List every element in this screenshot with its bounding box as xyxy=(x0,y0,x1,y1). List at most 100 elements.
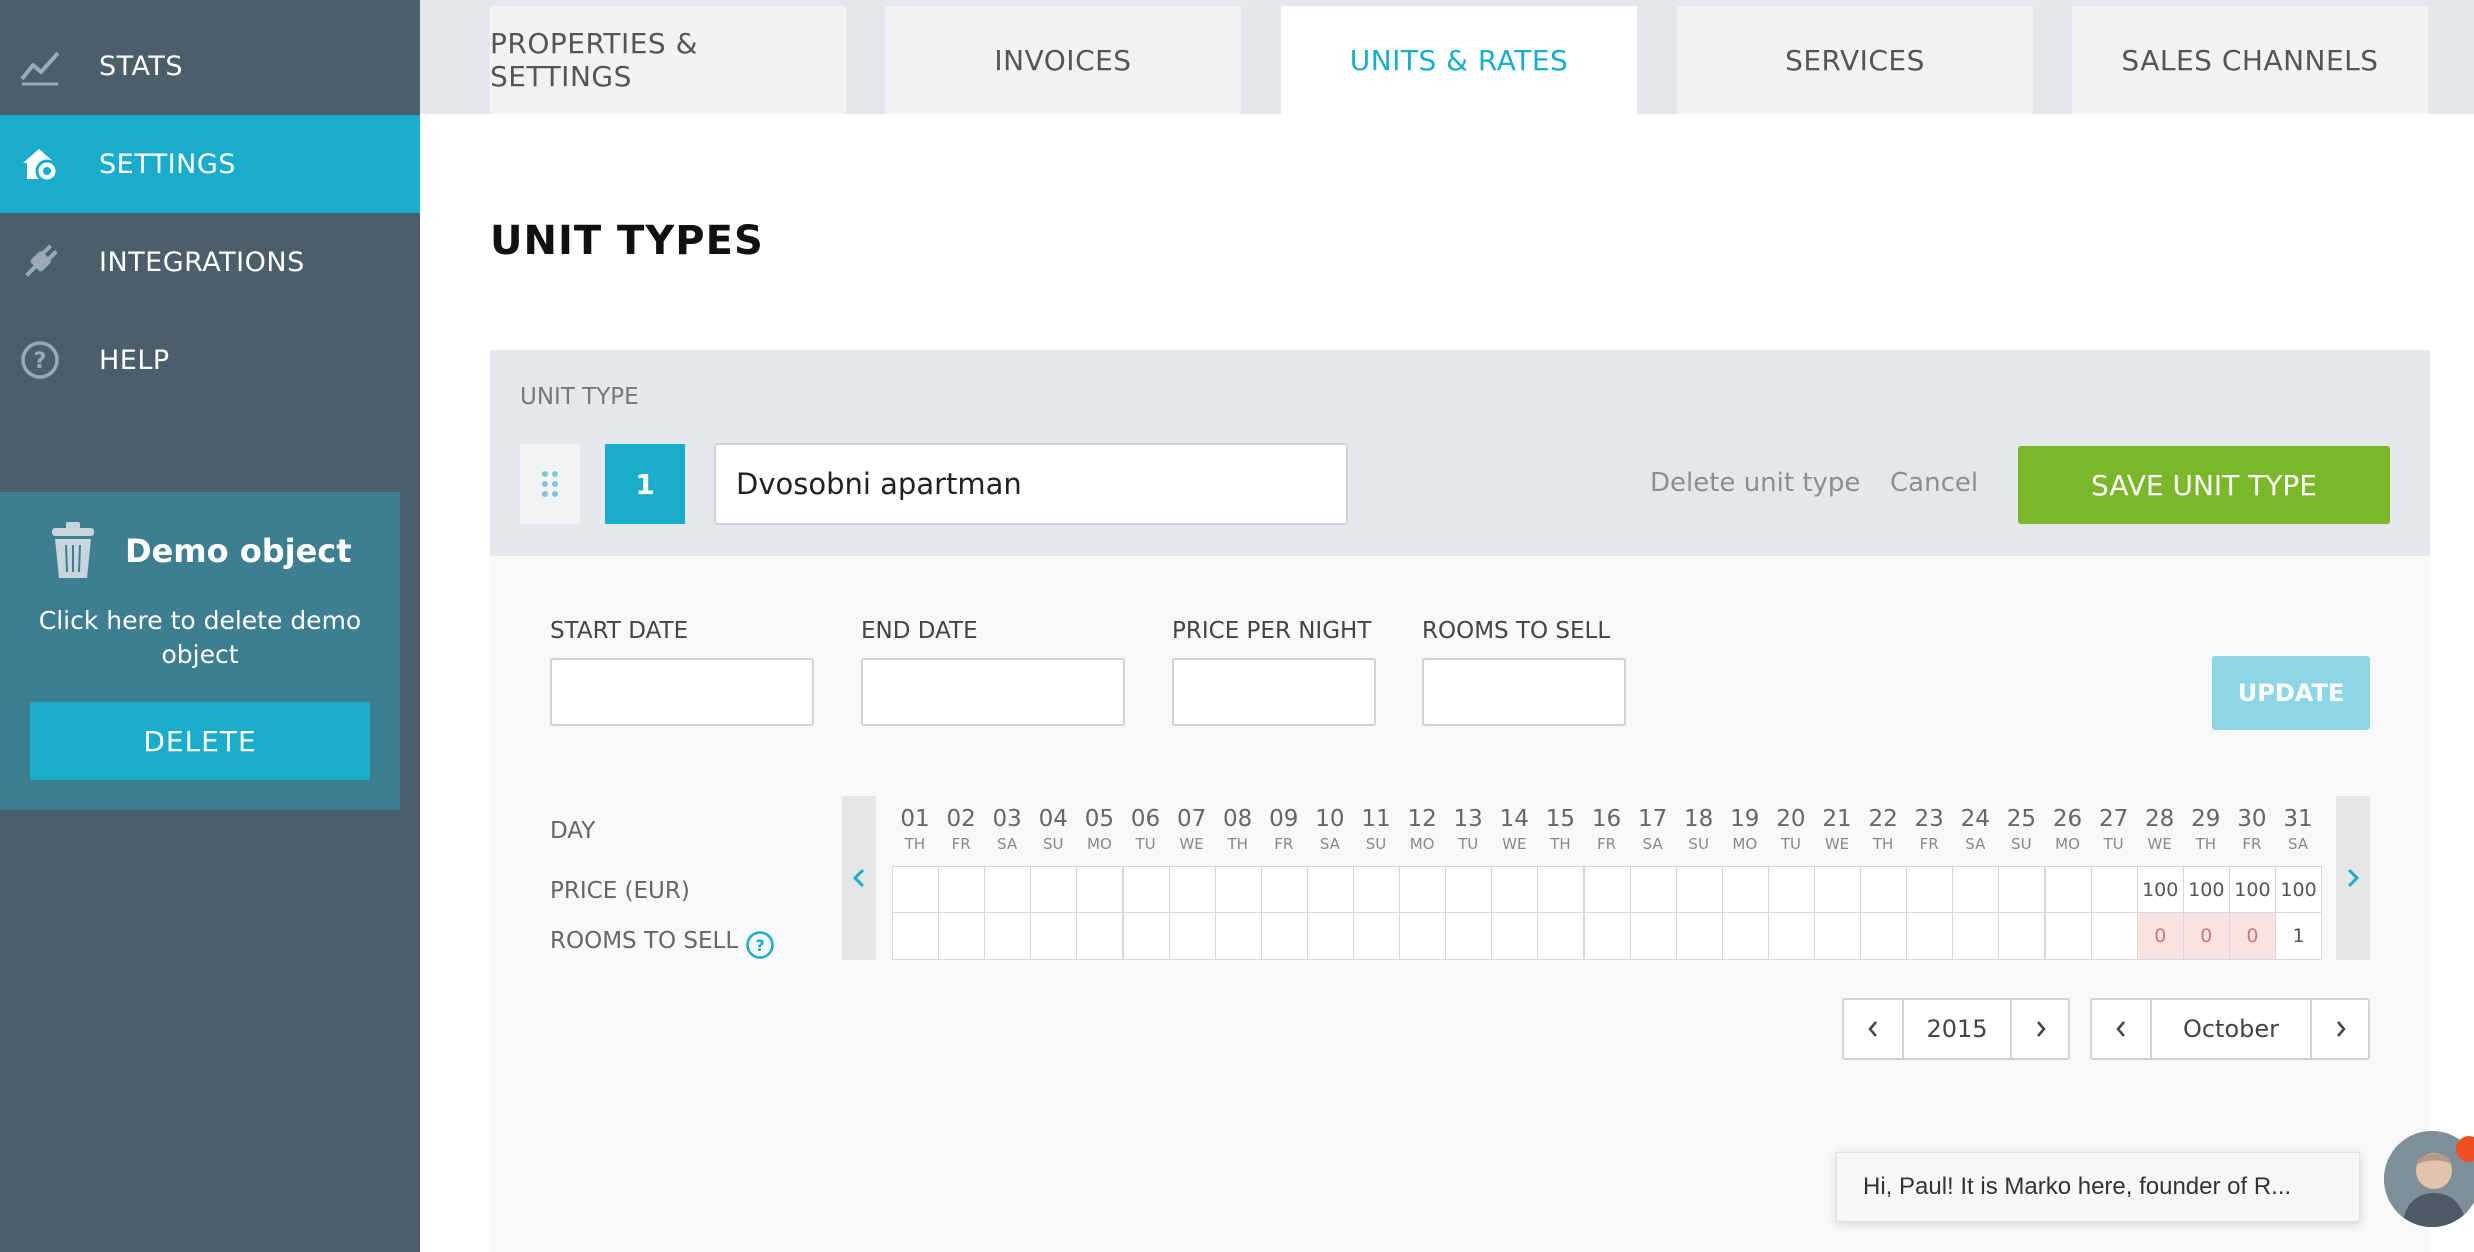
calendar-day-weekday: WE xyxy=(1502,835,1527,853)
calendar-day-header: 31 SA xyxy=(2275,796,2321,862)
calendar-price-cell[interactable] xyxy=(1076,866,1124,913)
calendar-rooms-cell[interactable]: 0 xyxy=(2228,912,2276,960)
sidebar-item-settings[interactable]: SETTINGS xyxy=(0,115,420,213)
calendar-price-cell[interactable] xyxy=(1860,866,1908,913)
calendar-rooms-cell[interactable] xyxy=(1906,912,1954,960)
calendar-day-weekday: TH xyxy=(1872,835,1894,853)
calendar-rooms-cell[interactable] xyxy=(1860,912,1908,960)
calendar-rooms-cell[interactable] xyxy=(892,912,940,960)
calendar-price-cell[interactable] xyxy=(1445,866,1493,913)
calendar-price-cell[interactable] xyxy=(984,866,1032,913)
calendar-price-cell[interactable] xyxy=(1260,866,1308,913)
calendar-day-number: 12 xyxy=(1407,806,1437,832)
calendar-price-cell[interactable] xyxy=(1168,866,1216,913)
calendar-rooms-cell[interactable] xyxy=(1214,912,1262,960)
calendar-rooms-cell[interactable] xyxy=(1998,912,2046,960)
calendar-price-cell[interactable] xyxy=(2090,866,2138,913)
calendar-rooms-cell[interactable] xyxy=(984,912,1032,960)
calendar-price-cell[interactable] xyxy=(1399,866,1447,913)
calendar-price-cell[interactable]: 100 xyxy=(2182,866,2230,913)
rooms-to-sell-input[interactable] xyxy=(1422,658,1626,726)
next-month-button[interactable] xyxy=(2312,1000,2370,1058)
calendar-day-header: 28 WE xyxy=(2137,796,2183,862)
calendar-rooms-cell[interactable]: 0 xyxy=(2136,912,2184,960)
calendar-rooms-cell[interactable] xyxy=(1168,912,1216,960)
calendar-rooms-cell[interactable] xyxy=(1445,912,1493,960)
calendar-price-cell[interactable] xyxy=(1675,866,1723,913)
calendar-rooms-cell[interactable] xyxy=(1675,912,1723,960)
calendar-prev-button[interactable] xyxy=(842,796,876,960)
start-date-input[interactable] xyxy=(550,658,814,726)
calendar-price-cell[interactable] xyxy=(1214,866,1262,913)
calendar-price-cell[interactable] xyxy=(1998,866,2046,913)
calendar-rooms-cell[interactable] xyxy=(1721,912,1769,960)
next-year-button[interactable] xyxy=(2012,1000,2070,1058)
calendar-rooms-cell[interactable]: 0 xyxy=(2182,912,2230,960)
calendar-rooms-cell[interactable] xyxy=(1030,912,1078,960)
calendar-price-cell[interactable]: 100 xyxy=(2275,866,2323,913)
calendar-price-cell[interactable] xyxy=(892,866,940,913)
cancel-link[interactable]: Cancel xyxy=(1890,468,1978,498)
calendar-rooms-cell[interactable] xyxy=(1583,912,1631,960)
sidebar-item-help[interactable]: ? HELP xyxy=(0,311,420,409)
prev-year-button[interactable] xyxy=(1844,1000,1902,1058)
calendar-price-cell[interactable] xyxy=(1537,866,1585,913)
unit-name-input[interactable] xyxy=(714,443,1348,525)
calendar-rooms-cell[interactable] xyxy=(1952,912,2000,960)
calendar-price-cell[interactable] xyxy=(1122,866,1170,913)
calendar-price-cell[interactable] xyxy=(1583,866,1631,913)
calendar-day-number: 22 xyxy=(1868,806,1898,832)
prev-month-button[interactable] xyxy=(2092,1000,2150,1058)
calendar-rooms-cell[interactable] xyxy=(1767,912,1815,960)
drag-handle-icon[interactable] xyxy=(520,444,580,524)
calendar-price-cell[interactable] xyxy=(1306,866,1354,913)
calendar-rooms-cell[interactable] xyxy=(1260,912,1308,960)
calendar-price-cell[interactable] xyxy=(938,866,986,913)
calendar-day-weekday: TU xyxy=(1458,835,1479,853)
demo-object-panel[interactable]: Demo object Click here to delete demo ob… xyxy=(0,492,400,810)
calendar-price-cell[interactable] xyxy=(1721,866,1769,913)
calendar-rooms-cell[interactable] xyxy=(1076,912,1124,960)
calendar-rooms-cell[interactable] xyxy=(1491,912,1539,960)
calendar-rooms-cell[interactable] xyxy=(1353,912,1401,960)
calendar-rooms-cell[interactable] xyxy=(1399,912,1447,960)
calendar-rooms-cell[interactable] xyxy=(1537,912,1585,960)
calendar-price-cell[interactable] xyxy=(1491,866,1539,913)
calendar-rooms-cell[interactable] xyxy=(1122,912,1170,960)
end-date-input[interactable] xyxy=(861,658,1125,726)
calendar-rooms-cell[interactable] xyxy=(2044,912,2092,960)
tab-sales-channels[interactable]: SALES CHANNELS xyxy=(2072,6,2428,114)
calendar-rooms-cell[interactable] xyxy=(1306,912,1354,960)
calendar-price-cell[interactable]: 100 xyxy=(2136,866,2184,913)
save-unit-type-button[interactable]: SAVE UNIT TYPE xyxy=(2018,446,2390,524)
calendar-price-cell[interactable] xyxy=(1353,866,1401,913)
calendar-price-cell[interactable] xyxy=(1906,866,1954,913)
tab-properties-settings[interactable]: PROPERTIES & SETTINGS xyxy=(490,6,846,114)
calendar-rooms-cell[interactable] xyxy=(938,912,986,960)
calendar-next-button[interactable] xyxy=(2336,796,2370,960)
calendar-rooms-cell[interactable]: 1 xyxy=(2275,912,2323,960)
calendar-price-cell[interactable] xyxy=(1814,866,1862,913)
tab-units-rates[interactable]: UNITS & RATES xyxy=(1281,6,1637,114)
calendar-rooms-cell[interactable] xyxy=(1814,912,1862,960)
chat-message-bubble[interactable]: Hi, Paul! It is Marko here, founder of R… xyxy=(1836,1152,2360,1222)
update-button[interactable]: UPDATE xyxy=(2212,656,2370,730)
calendar-day-weekday: FR xyxy=(1274,835,1294,853)
delete-demo-button[interactable]: DELETE xyxy=(30,702,370,780)
calendar-price-cell[interactable] xyxy=(1030,866,1078,913)
price-per-night-input[interactable] xyxy=(1172,658,1376,726)
help-icon[interactable]: ? xyxy=(745,930,775,960)
tab-services[interactable]: SERVICES xyxy=(1677,6,2033,114)
calendar-rooms-cell[interactable] xyxy=(2090,912,2138,960)
calendar-price-cell[interactable] xyxy=(1767,866,1815,913)
calendar-price-cell[interactable] xyxy=(1952,866,2000,913)
sidebar-item-integrations[interactable]: INTEGRATIONS xyxy=(0,213,420,311)
tab-invoices[interactable]: INVOICES xyxy=(885,6,1241,114)
sidebar-item-stats[interactable]: STATS xyxy=(0,17,420,115)
calendar-price-cell[interactable]: 100 xyxy=(2228,866,2276,913)
end-date-label: END DATE xyxy=(861,618,978,644)
calendar-rooms-cell[interactable] xyxy=(1629,912,1677,960)
calendar-price-cell[interactable] xyxy=(2044,866,2092,913)
delete-unit-type-link[interactable]: Delete unit type xyxy=(1650,468,1860,498)
calendar-price-cell[interactable] xyxy=(1629,866,1677,913)
